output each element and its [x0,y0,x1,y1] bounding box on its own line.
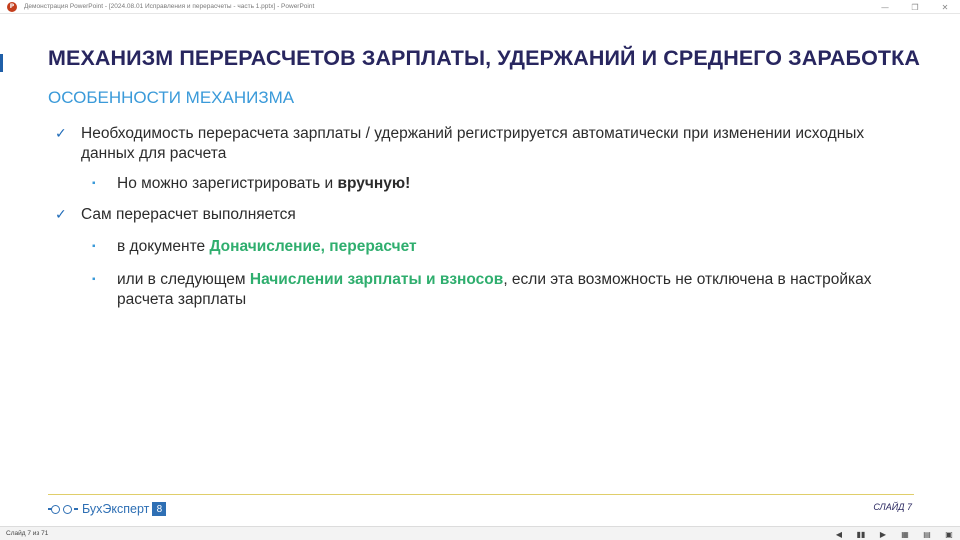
item-text: Необходимость перерасчета зарплаты / уде… [81,125,865,162]
slide-title: МЕХАНИЗМ ПЕРЕРАСЧЕТОВ ЗАРПЛАТЫ, УДЕРЖАНИ… [48,46,920,70]
list-item: ▪ в документе Доначисление, перерасчет [55,237,915,257]
item-text: Но можно зарегистрировать и [117,175,338,192]
brand-logo: БухЭксперт 8 [48,502,167,516]
item-bold-text: вручную! [337,175,411,192]
bullet-icon: ▪ [92,274,96,285]
slide-content: ✓ Необходимость перерасчета зарплаты / у… [55,124,915,310]
powerpoint-icon: P [7,1,17,12]
minimize-button[interactable]: — [870,0,900,14]
menu-icon[interactable]: ▤ [916,527,938,540]
bullet-icon: ▪ [92,178,96,189]
next-slide-icon[interactable]: ▶ [872,527,894,540]
item-text: или в следующем [117,271,250,288]
checkmark-icon: ✓ [55,207,67,223]
slide-canvas[interactable]: МЕХАНИЗМ ПЕРЕРАСЧЕТОВ ЗАРПЛАТЫ, УДЕРЖАНИ… [0,14,960,526]
list-item: ✓ Необходимость перерасчета зарплаты / у… [55,124,915,164]
slideshow-controls: ◀ ▮▮ ▶ ▦ ▤ ▣ [828,527,960,540]
list-item: ▪ Но можно зарегистрировать и вручную! [55,174,915,194]
slide-subtitle: ОСОБЕННОСТИ МЕХАНИЗМА [48,88,295,107]
list-item: ✓ Сам перерасчет выполняется [55,205,915,225]
footer-divider [48,494,914,495]
window-title: Демонстрация PowerPoint - [2024.08.01 Ис… [24,3,315,10]
checkmark-icon: ✓ [55,126,67,142]
restore-button[interactable]: ❐ [900,0,930,14]
list-item: ▪ или в следующем Начислении зарплаты и … [55,270,915,310]
close-button[interactable]: ✕ [930,0,960,14]
item-text: Сам перерасчет выполняется [81,206,296,223]
window-title-bar: P Демонстрация PowerPoint - [2024.08.01 … [0,0,960,14]
slide-number-label: СЛАЙД 7 [873,502,912,512]
item-text: в документе [117,238,210,255]
slide-counter: Слайд 7 из 71 [6,530,49,537]
brand-name: БухЭксперт [82,502,150,516]
display-settings-icon[interactable]: ▣ [938,527,960,540]
window-controls: — ❐ ✕ [870,0,960,14]
grid-view-icon[interactable]: ▦ [894,527,916,540]
owl-logo-icon [48,502,78,516]
previous-slide-icon[interactable]: ◀ [828,527,850,540]
status-bar: Слайд 7 из 71 ◀ ▮▮ ▶ ▦ ▤ ▣ [0,526,960,540]
slide-sorter-icon[interactable]: ▮▮ [850,527,872,540]
slide-accent-bar [0,54,3,72]
bullet-icon: ▪ [92,241,96,252]
item-highlight-text: Начислении зарплаты и взносов [249,271,504,288]
brand-badge: 8 [152,502,167,516]
item-highlight-text: Доначисление, перерасчет [209,238,417,255]
